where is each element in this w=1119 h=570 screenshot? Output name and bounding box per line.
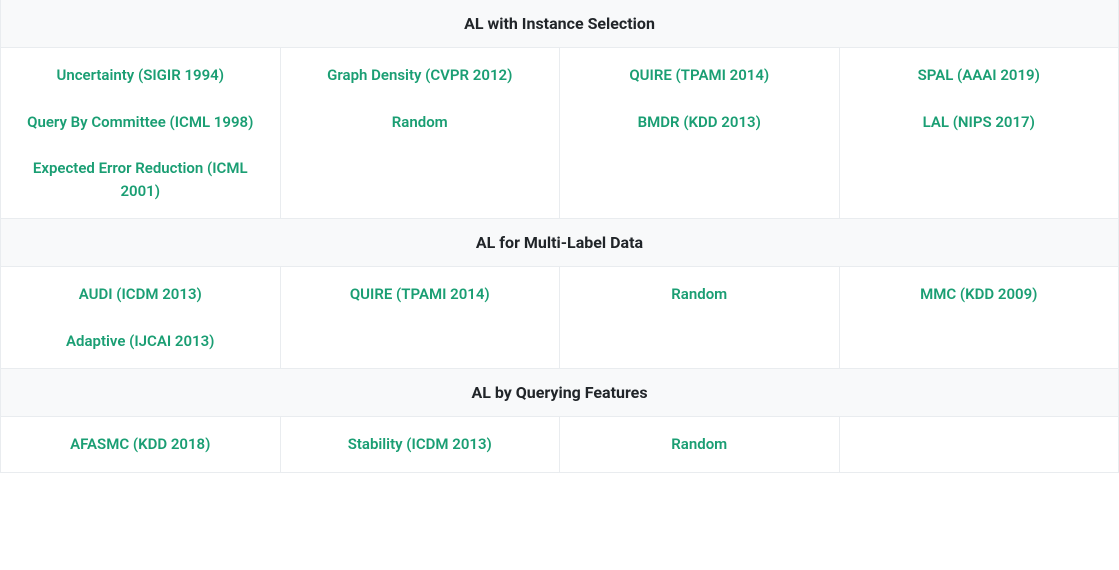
grid-cell: Graph Density (CVPR 2012) Random	[281, 48, 561, 219]
section-header: AL for Multi-Label Data	[0, 219, 1119, 267]
link-item[interactable]: Stability (ICDM 2013)	[348, 433, 492, 456]
grid-cell: SPAL (AAAI 2019) LAL (NIPS 2017)	[840, 48, 1119, 219]
link-item[interactable]: Query By Committee (ICML 1998)	[27, 111, 253, 134]
link-item[interactable]: AFASMC (KDD 2018)	[70, 433, 210, 456]
link-item[interactable]: AUDI (ICDM 2013)	[79, 283, 202, 306]
grid-cell: AUDI (ICDM 2013) Adaptive (IJCAI 2013)	[0, 267, 281, 369]
grid-cell: Random	[560, 417, 840, 473]
link-item[interactable]: BMDR (KDD 2013)	[638, 111, 761, 134]
link-item[interactable]: Graph Density (CVPR 2012)	[327, 64, 512, 87]
link-item[interactable]: Expected Error Reduction (ICML 2001)	[13, 157, 268, 202]
section-header: AL by Querying Features	[0, 369, 1119, 417]
section-header: AL with Instance Selection	[0, 0, 1119, 48]
grid-cell: Random	[560, 267, 840, 369]
link-item[interactable]: MMC (KDD 2009)	[920, 283, 1037, 306]
link-item[interactable]: Adaptive (IJCAI 2013)	[66, 330, 214, 353]
grid-cell: QUIRE (TPAMI 2014)	[281, 267, 561, 369]
link-item[interactable]: Uncertainty (SIGIR 1994)	[57, 64, 225, 87]
link-item[interactable]: Random	[392, 111, 448, 134]
grid-cell	[840, 417, 1119, 473]
link-item[interactable]: Random	[671, 433, 727, 456]
grid-cell: AFASMC (KDD 2018)	[0, 417, 281, 473]
link-item[interactable]: Random	[671, 283, 727, 306]
link-item[interactable]: SPAL (AAAI 2019)	[918, 64, 1040, 87]
grid-cell: QUIRE (TPAMI 2014) BMDR (KDD 2013)	[560, 48, 840, 219]
link-item[interactable]: QUIRE (TPAMI 2014)	[350, 283, 490, 306]
link-item[interactable]: QUIRE (TPAMI 2014)	[629, 64, 769, 87]
link-item[interactable]: LAL (NIPS 2017)	[923, 111, 1035, 134]
grid-cell: MMC (KDD 2009)	[840, 267, 1119, 369]
grid-row: AFASMC (KDD 2018) Stability (ICDM 2013) …	[0, 417, 1119, 473]
grid-row: Uncertainty (SIGIR 1994) Query By Commit…	[0, 48, 1119, 219]
grid-row: AUDI (ICDM 2013) Adaptive (IJCAI 2013) Q…	[0, 267, 1119, 369]
grid-cell: Stability (ICDM 2013)	[281, 417, 561, 473]
grid-cell: Uncertainty (SIGIR 1994) Query By Commit…	[0, 48, 281, 219]
